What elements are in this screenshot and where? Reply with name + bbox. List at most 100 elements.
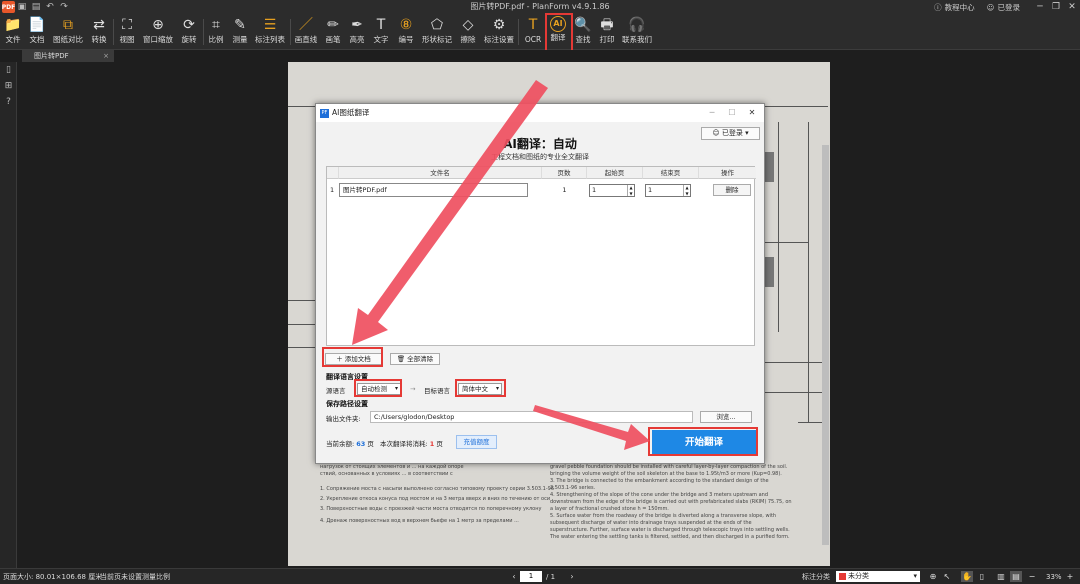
ocr-icon: T xyxy=(528,17,538,33)
table-header-action: 操作 xyxy=(699,167,756,179)
toolbar-window-zoom-button[interactable]: ⊕ 窗口缩放 xyxy=(143,16,173,48)
page-text-line: The water entering the settling tanks is… xyxy=(550,534,790,540)
toolbar-convert-button[interactable]: ⇄ 转换 xyxy=(88,16,110,48)
spinner-arrows-icon[interactable]: ▲ ▼ xyxy=(683,185,690,196)
browse-button[interactable]: 浏览... xyxy=(700,411,752,423)
toolbar-find-button[interactable]: 🔍 查找 xyxy=(572,16,594,48)
close-tab-icon[interactable]: × xyxy=(103,50,109,62)
row-filename[interactable]: 图片转PDF.pdf xyxy=(339,183,528,197)
balance-unit: 页 xyxy=(367,440,374,448)
zoom-out-icon[interactable]: − xyxy=(1026,571,1038,582)
mark-category-select[interactable]: 未分类 ▾ xyxy=(836,571,920,582)
toolbar-view-button[interactable]: ⛶ 视图 xyxy=(116,16,138,48)
row-index: 1 xyxy=(330,186,335,194)
zoom-level: 33% xyxy=(1046,573,1062,581)
add-document-highlight xyxy=(322,347,383,367)
zoom-in-icon[interactable]: + xyxy=(1064,571,1076,582)
double-page-icon[interactable]: ▥ xyxy=(995,571,1007,582)
toolbar-doc-button[interactable]: 📄 文档 xyxy=(26,16,48,48)
highlighter-icon: ✒ xyxy=(351,17,363,33)
zoom-fit-icon[interactable]: ⊕ xyxy=(927,571,939,582)
toolbar-numbering-label: 编号 xyxy=(398,35,414,44)
table-header-start: 起始页 xyxy=(587,167,643,179)
page-text-line: 3.503.1-96 series. xyxy=(550,485,596,491)
tab-document-label: 图片转PDF xyxy=(34,52,69,60)
toolbar-mark-list-label: 标注列表 xyxy=(255,35,285,44)
toolbar-contact-button[interactable]: 🎧 联系我们 xyxy=(622,16,652,48)
help-center-link[interactable]: ⓘ 教程中心 xyxy=(934,2,975,13)
help-center-label: 教程中心 xyxy=(944,2,975,12)
next-page-icon[interactable]: › xyxy=(566,571,578,582)
undo-icon[interactable]: ↶ xyxy=(43,1,57,13)
select-icon[interactable]: ↖ xyxy=(941,571,953,582)
open-icon[interactable]: ▤ xyxy=(29,1,43,13)
end-page-spinner[interactable]: 1 ▲ ▼ xyxy=(645,184,691,197)
close-window-button[interactable]: ✕ xyxy=(1064,0,1080,14)
cost-label: 本次翻译将消耗: xyxy=(379,440,428,448)
toolbar-file-button[interactable]: 📁 文件 xyxy=(2,16,24,48)
bookmark-icon[interactable]: ▯ xyxy=(0,62,17,78)
scale-info: 当前页未设置测量比例 xyxy=(100,573,170,581)
toolbar-rotate-button[interactable]: ⟳ 旋转 xyxy=(178,16,200,48)
toolbar-numbering-button[interactable]: ⑧ 编号 xyxy=(395,16,417,48)
toolbar-measure-button[interactable]: ✎ 测量 xyxy=(229,16,251,48)
category-color-swatch xyxy=(839,573,846,580)
redo-icon[interactable]: ↷ xyxy=(57,1,71,13)
single-page-icon[interactable]: ▯ xyxy=(976,571,988,582)
start-page-spinner[interactable]: 1 ▲ ▼ xyxy=(589,184,635,197)
delete-row-button[interactable]: 删除 xyxy=(713,184,751,196)
account-link[interactable]: ☺ 已登录 xyxy=(987,2,1020,13)
toolbar-shape-mark-label: 形状标记 xyxy=(422,35,452,44)
output-folder-label: 输出文件夹: xyxy=(326,415,361,423)
pencil-icon: ✏ xyxy=(327,17,339,33)
toolbar-line-button[interactable]: ／ 画直线 xyxy=(293,16,319,48)
toolbar-highlight-button[interactable]: ✒ 高亮 xyxy=(346,16,368,48)
save-icon[interactable]: ▣ xyxy=(15,1,29,13)
chevron-down-icon: ▾ xyxy=(913,572,917,580)
hand-tool-icon[interactable]: ✋ xyxy=(961,571,973,582)
toolbar-divider xyxy=(203,19,204,45)
target-language-label: 目标语言 xyxy=(424,387,450,395)
target-language-highlight xyxy=(455,379,506,397)
toolbar-find-label: 查找 xyxy=(575,35,591,44)
toolbar-scale-button[interactable]: ⌗ 比例 xyxy=(205,16,227,48)
toolbar-mark-settings-button[interactable]: ⚙ 标注设置 xyxy=(484,16,514,48)
tab-document[interactable]: 图片转PDF × xyxy=(22,50,114,62)
rotate-icon: ⟳ xyxy=(183,17,195,33)
dialog-close-button[interactable]: ✕ xyxy=(742,104,762,122)
dialog-minimize-button[interactable]: ─ xyxy=(702,104,722,122)
toolbar-compare-button[interactable]: ⧉ 图纸对比 xyxy=(53,16,83,48)
toolbar-erase-button[interactable]: ◇ 擦除 xyxy=(457,16,479,48)
minimize-button[interactable]: ─ xyxy=(1032,0,1048,14)
toolbar-print-button[interactable]: 🖶 打印 xyxy=(596,16,618,48)
toolbar-mark-list-button[interactable]: ☰ 标注列表 xyxy=(255,16,285,48)
continuous-page-icon[interactable]: ▤ xyxy=(1010,571,1022,582)
clear-all-button[interactable]: 🗑 全部清除 xyxy=(390,353,440,365)
toolbar-measure-label: 测量 xyxy=(232,35,248,44)
dialog-titlebar: PF AI图纸翻译 ─ ☐ ✕ xyxy=(316,104,764,122)
toolbar-ocr-button[interactable]: T OCR xyxy=(522,16,544,48)
page-number-input[interactable]: 1 xyxy=(520,571,542,582)
toolbar-window-zoom-label: 窗口缩放 xyxy=(143,35,173,44)
recharge-button[interactable]: 充值额度 xyxy=(456,435,497,449)
maximize-button[interactable]: ❐ xyxy=(1048,0,1064,14)
measure-icon: ✎ xyxy=(234,17,246,33)
save-section-title: 保存路径设置 xyxy=(326,400,368,408)
toolbar-shape-mark-button[interactable]: ⬠ 形状标记 xyxy=(422,16,452,48)
page-text-line: 3. The bridge is connected to the embank… xyxy=(550,478,769,484)
spinner-arrows-icon[interactable]: ▲ ▼ xyxy=(627,185,634,196)
dialog-maximize-button[interactable]: ☐ xyxy=(722,104,742,122)
page-scrollbar[interactable] xyxy=(822,145,829,545)
toolbar-text-button[interactable]: T 文字 xyxy=(370,16,392,48)
status-bar: 页面大小: 80.01×106.68 厘米 当前页未设置测量比例 ‹ 1 / 1… xyxy=(0,568,1080,584)
title-bar: PDF ▣ ▤ ↶ ↷ 图片转PDF.pdf - PlanForm v4.9.1… xyxy=(0,0,1080,14)
thumbnail-grid-icon[interactable]: ⊞ xyxy=(0,78,17,94)
toolbar-brush-button[interactable]: ✏ 画笔 xyxy=(322,16,344,48)
user-icon: ☺ xyxy=(986,2,995,12)
toolbar-doc-label: 文档 xyxy=(29,35,45,44)
balance-info: 当前余额: 63 页 本次翻译将消耗: 1 页 xyxy=(326,438,443,448)
output-path-input[interactable]: C:/Users/glodon/Desktop xyxy=(370,411,693,423)
help-icon[interactable]: ? xyxy=(0,94,17,110)
text-icon: T xyxy=(376,17,386,33)
prev-page-icon[interactable]: ‹ xyxy=(508,571,520,582)
